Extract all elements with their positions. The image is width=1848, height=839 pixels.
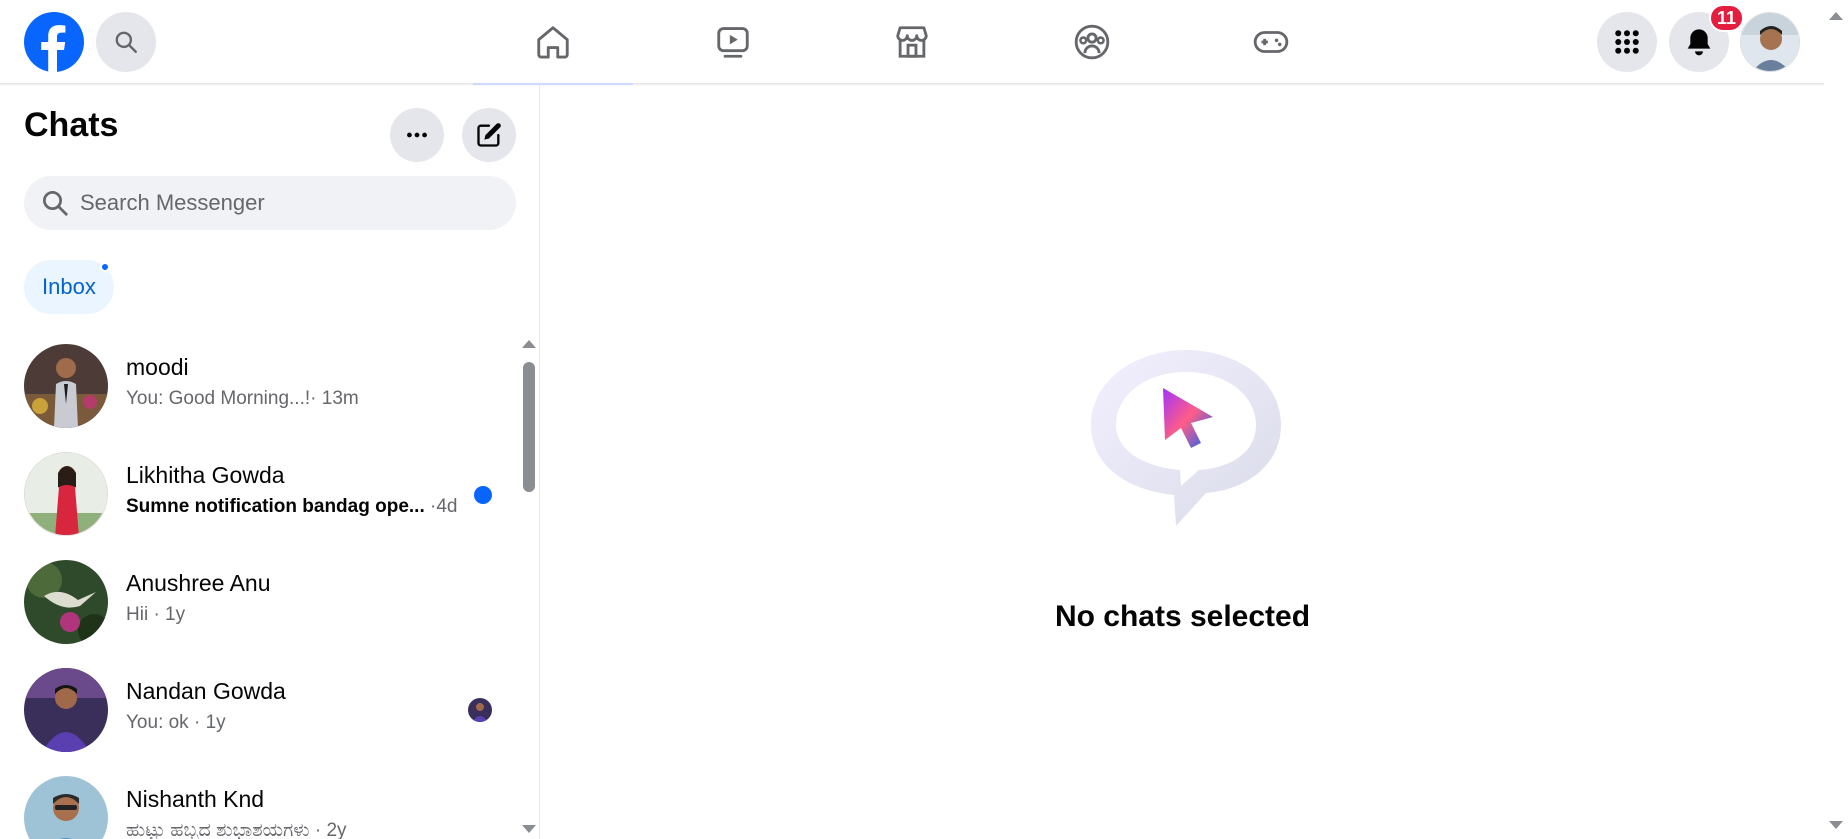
chat-list-scrollbar[interactable] bbox=[520, 338, 536, 839]
compose-icon bbox=[477, 123, 501, 147]
conversation-pane: No chats selected bbox=[541, 84, 1824, 839]
chat-preview: Hii · 1y bbox=[126, 604, 186, 625]
avatar bbox=[24, 452, 108, 536]
chat-preview: Sumne notification bandag ope... ·4d bbox=[126, 496, 458, 517]
search-input[interactable] bbox=[80, 190, 500, 216]
chat-name: moodi bbox=[126, 354, 189, 380]
chat-preview: You: Good Morning...!· 13m bbox=[126, 388, 359, 409]
chat-list: moodi You: Good Morning...!· 13m Likhith… bbox=[0, 332, 520, 839]
empty-state-title: No chats selected bbox=[1054, 600, 1311, 633]
bell-icon bbox=[1687, 29, 1711, 56]
chat-name: Nishanth Knd bbox=[126, 786, 265, 812]
chat-preview: You: ok · 1y bbox=[126, 712, 226, 733]
tab-video[interactable] bbox=[653, 0, 813, 84]
chat-time: ·4d bbox=[424, 496, 458, 517]
chat-item-likhitha-gowda[interactable]: Likhitha Gowda Sumne notification bandag… bbox=[0, 440, 520, 548]
tab-home[interactable] bbox=[473, 0, 633, 85]
tab-gaming[interactable] bbox=[1191, 0, 1351, 84]
search-button[interactable] bbox=[96, 12, 156, 72]
chat-time: · 13m bbox=[310, 388, 359, 409]
scroll-thumb[interactable] bbox=[523, 362, 535, 492]
search-icon bbox=[115, 31, 137, 53]
chat-item-moodi[interactable]: moodi You: Good Morning...!· 13m bbox=[0, 332, 520, 440]
avatar bbox=[24, 776, 108, 839]
chat-name: Likhitha Gowda bbox=[126, 462, 285, 488]
more-options-icon bbox=[407, 132, 427, 138]
avatar bbox=[24, 344, 108, 428]
chat-preview: ಹುಟ್ಟು ಹಬ್ಬದ ಶುಭಾಶಯಗಳು · 2y bbox=[126, 820, 347, 839]
groups-icon bbox=[1074, 24, 1110, 60]
unread-indicator bbox=[474, 486, 492, 504]
inbox-filter-button[interactable]: Inbox bbox=[24, 260, 114, 314]
inbox-unread-dot bbox=[99, 262, 110, 272]
chat-options-button[interactable] bbox=[390, 108, 444, 162]
chat-time: · 2y bbox=[309, 820, 347, 839]
scroll-up-arrow-icon[interactable] bbox=[522, 340, 536, 348]
page-scroll-down-icon[interactable] bbox=[1829, 821, 1843, 829]
chat-item-anushree-anu[interactable]: Anushree Anu Hii · 1y bbox=[0, 548, 520, 656]
avatar bbox=[24, 668, 108, 752]
chats-sidebar: Chats Inbox moodi You: Good Morning...!·… bbox=[0, 84, 540, 839]
messenger-bubble-icon bbox=[1091, 350, 1281, 526]
page-scrollbar[interactable] bbox=[1824, 0, 1848, 839]
search-icon bbox=[43, 191, 68, 216]
chats-title: Chats bbox=[24, 106, 119, 144]
seen-indicator-avatar bbox=[468, 698, 492, 722]
home-icon bbox=[537, 26, 569, 59]
chat-item-nishanth-knd[interactable]: Nishanth Knd ಹುಟ್ಟು ಹಬ್ಬದ ಶುಭಾಶಯಗಳು · 2y bbox=[0, 764, 520, 839]
chat-name: Anushree Anu bbox=[126, 570, 271, 596]
tab-groups[interactable] bbox=[1012, 0, 1172, 84]
inbox-label: Inbox bbox=[42, 274, 96, 299]
video-icon bbox=[717, 27, 749, 58]
chat-item-nandan-gowda[interactable]: Nandan Gowda You: ok · 1y bbox=[0, 656, 520, 764]
gaming-icon bbox=[1253, 31, 1289, 53]
facebook-logo-icon[interactable] bbox=[24, 12, 84, 72]
new-message-button[interactable] bbox=[462, 108, 516, 162]
chat-time: · 1y bbox=[188, 712, 226, 733]
messenger-search[interactable] bbox=[24, 176, 516, 230]
marketplace-icon bbox=[896, 26, 928, 58]
top-navigation-bar: 11 bbox=[0, 0, 1824, 85]
scroll-down-arrow-icon[interactable] bbox=[522, 825, 536, 833]
page-scroll-up-icon[interactable] bbox=[1829, 12, 1843, 20]
tab-marketplace[interactable] bbox=[832, 0, 992, 84]
profile-avatar[interactable] bbox=[1740, 12, 1800, 72]
notification-count-badge: 11 bbox=[1709, 4, 1745, 32]
avatar bbox=[24, 560, 108, 644]
apps-grid-icon bbox=[1615, 30, 1639, 54]
chat-time: · 1y bbox=[148, 604, 186, 625]
menu-button[interactable] bbox=[1597, 12, 1657, 72]
chat-name: Nandan Gowda bbox=[126, 678, 286, 704]
